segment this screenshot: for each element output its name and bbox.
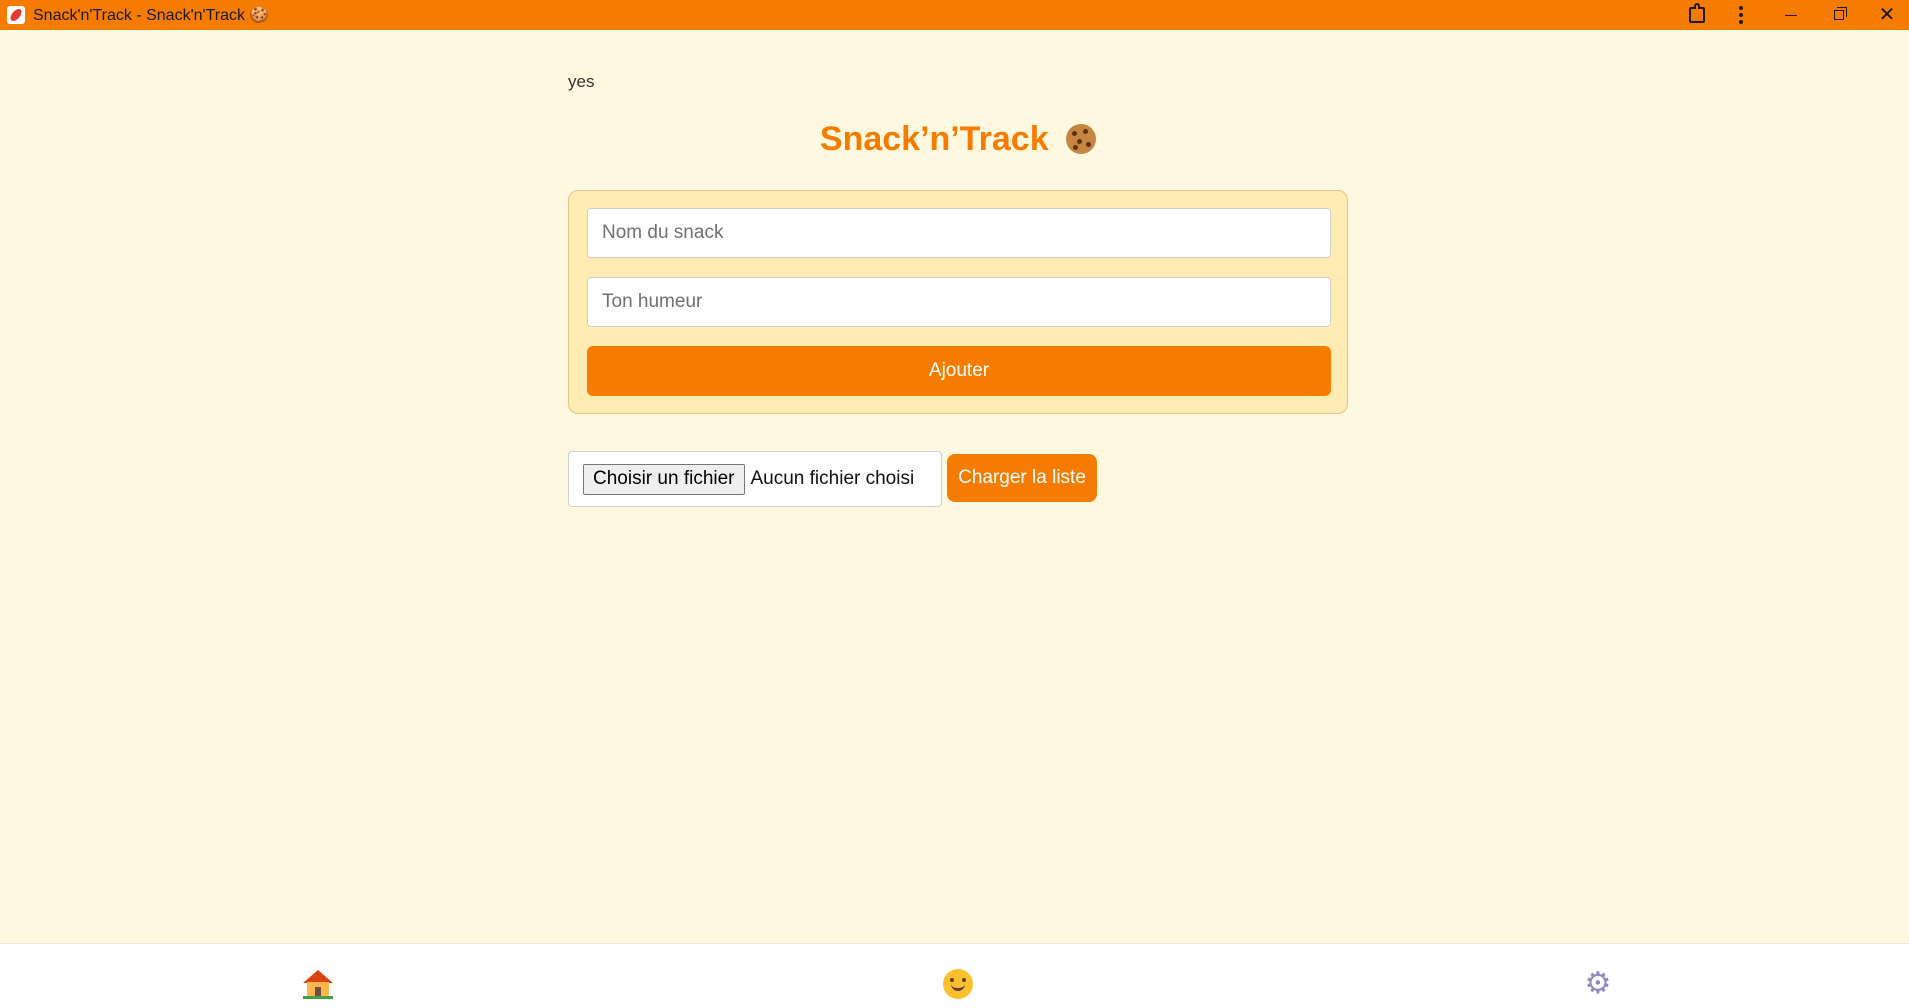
- close-button[interactable]: ✕: [1865, 0, 1909, 30]
- snack-name-input[interactable]: [587, 208, 1331, 258]
- nav-item-settings[interactable]: ⚙: [1580, 966, 1616, 1002]
- nav-item-mood[interactable]: [940, 966, 976, 1002]
- snack-form: Ajouter: [568, 190, 1348, 414]
- home-icon: [303, 970, 333, 999]
- maximize-icon: [1834, 7, 1847, 20]
- smile-icon: [943, 969, 973, 999]
- window-title-bar: Snack'n'Track - Snack'n'Track 🍪 ✕: [0, 0, 1909, 30]
- more-options-button[interactable]: [1719, 0, 1763, 30]
- more-options-icon: [1739, 6, 1743, 24]
- minimize-icon: [1785, 14, 1797, 16]
- nav-item-home[interactable]: [300, 966, 336, 1002]
- window-title: Snack'n'Track - Snack'n'Track 🍪: [33, 7, 270, 24]
- extensions-icon: [1689, 3, 1705, 23]
- file-status-text: Aucun fichier choisi: [750, 468, 915, 489]
- cookie-icon: [1066, 124, 1097, 154]
- page-title-text: Snack’n’Track: [819, 120, 1049, 158]
- mood-input[interactable]: [587, 277, 1331, 327]
- page-title: Snack’n’Track: [568, 120, 1348, 159]
- close-icon: ✕: [1878, 4, 1896, 26]
- minimize-button[interactable]: [1769, 0, 1813, 30]
- load-list-button[interactable]: Charger la liste: [947, 454, 1097, 502]
- choose-file-button[interactable]: Choisir un fichier: [583, 463, 745, 495]
- app-icon: [7, 6, 25, 24]
- maximize-button[interactable]: [1817, 0, 1861, 30]
- gear-icon: ⚙: [1584, 967, 1612, 1000]
- file-input[interactable]: Choisir un fichier Aucun fichier choisi: [568, 451, 942, 507]
- status-text: yes: [568, 72, 595, 91]
- bottom-nav: ⚙: [0, 943, 1909, 1008]
- add-button[interactable]: Ajouter: [587, 346, 1331, 396]
- extensions-button[interactable]: [1675, 0, 1719, 30]
